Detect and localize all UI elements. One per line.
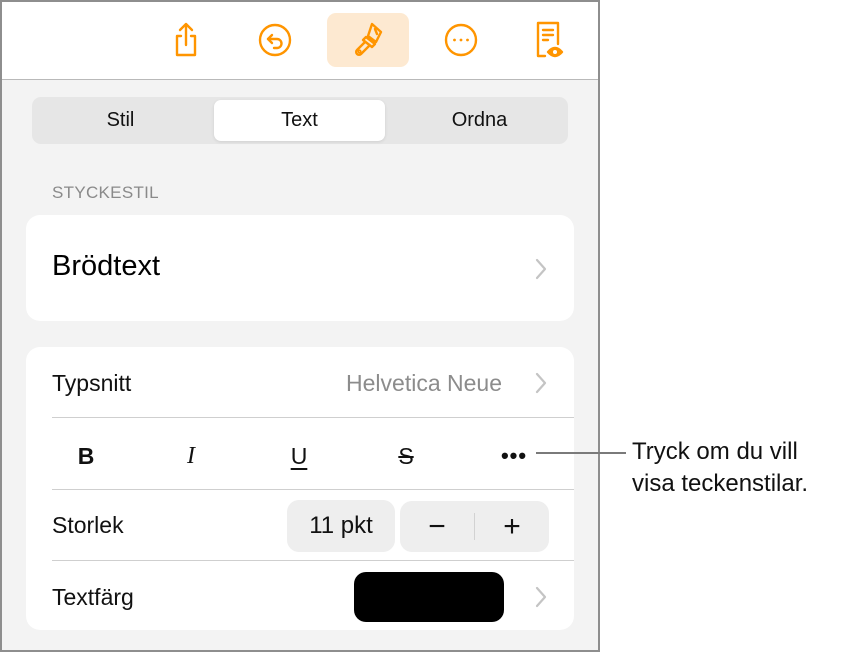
paintbrush-icon (354, 22, 383, 57)
undo-button[interactable] (234, 13, 316, 67)
font-value: Helvetica Neue (346, 370, 502, 396)
size-stepper: − + (400, 501, 549, 552)
divider (52, 489, 574, 490)
increase-size-button[interactable]: + (475, 501, 549, 552)
divider (52, 560, 574, 561)
more-text-options-button[interactable]: ••• (484, 439, 544, 473)
chevron-right-icon (534, 585, 548, 609)
font-settings-card: Typsnitt Helvetica Neue B I U S ••• Stor… (26, 347, 574, 630)
paragraph-style-row[interactable]: Brödtext (26, 215, 574, 321)
format-panel: Stil Text Ordna STYCKESTIL Brödtext Typs… (0, 0, 600, 652)
chevron-right-icon (534, 371, 548, 395)
more-button[interactable] (420, 13, 502, 67)
paragraph-style-section-label: STYCKESTIL (52, 183, 159, 202)
more-icon (444, 23, 478, 57)
paragraph-style-value: Brödtext (52, 250, 160, 282)
undo-icon (258, 23, 292, 57)
italic-button[interactable]: I (161, 439, 221, 473)
callout-text: Tryck om du vill visa teckenstilar. (632, 438, 809, 497)
tab-stil[interactable]: Stil (35, 100, 206, 141)
decrease-size-button[interactable]: − (400, 501, 474, 552)
text-color-swatch[interactable] (354, 572, 504, 622)
share-icon (175, 22, 197, 57)
tab-ordna[interactable]: Ordna (394, 100, 565, 141)
bold-button[interactable]: B (56, 439, 116, 473)
tab-text[interactable]: Text (214, 100, 385, 141)
format-button[interactable] (327, 13, 409, 67)
toolbar (2, 2, 598, 80)
strikethrough-button[interactable]: S (376, 439, 436, 473)
size-label: Storlek (52, 512, 124, 538)
callout-leader-line (536, 452, 626, 454)
underline-button[interactable]: U (269, 439, 329, 473)
size-value-field[interactable]: 11 pkt (287, 500, 395, 552)
document-eye-icon (536, 21, 564, 58)
chevron-right-icon (534, 257, 548, 281)
text-color-label: Textfärg (52, 584, 134, 610)
divider (52, 417, 574, 418)
tab-bar: Stil Text Ordna (32, 97, 568, 144)
share-button[interactable] (145, 13, 227, 67)
reading-view-button[interactable] (508, 13, 590, 67)
font-label: Typsnitt (52, 370, 132, 396)
